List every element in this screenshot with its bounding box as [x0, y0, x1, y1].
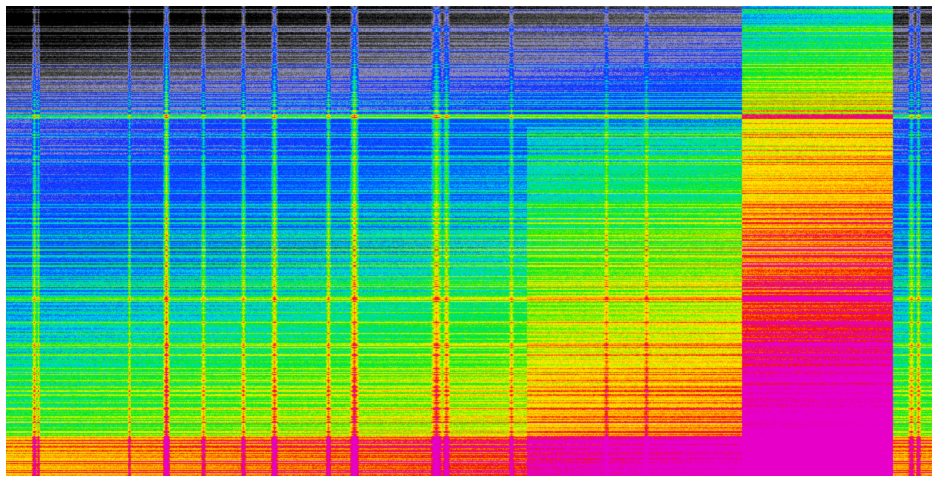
spectrogram-image — [6, 6, 932, 476]
spectrogram-frame — [0, 0, 939, 482]
